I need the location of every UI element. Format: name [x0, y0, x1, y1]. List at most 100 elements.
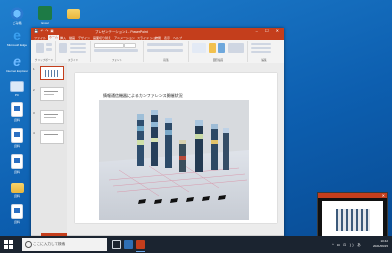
- window-title: プレゼンテーション1 - PowerPoint: [95, 30, 148, 34]
- thumbnail-text-line: [44, 134, 58, 135]
- shape-fill-buttons[interactable]: [228, 43, 244, 53]
- slide-thumbnail-1[interactable]: [40, 66, 64, 80]
- preview-title-bar: [318, 193, 387, 198]
- edge-glyph: e: [13, 27, 21, 43]
- paste-button[interactable]: [36, 43, 44, 53]
- edge-taskbar-icon[interactable]: [124, 240, 133, 249]
- document-glyph: [11, 128, 23, 143]
- desktop-icon-label: ごみ箱: [12, 21, 22, 25]
- ribbon-group-font: フォント: [91, 41, 144, 62]
- excel-glyph: [38, 6, 52, 20]
- slide-thumbnail-3[interactable]: [40, 110, 64, 124]
- desktop-icon-label: Microsoft Edge: [6, 43, 27, 47]
- search-icon: [25, 241, 32, 248]
- tab-animations[interactable]: アニメーション: [114, 36, 135, 40]
- shapes-gallery[interactable]: [192, 43, 206, 53]
- thumbnail-text-line: [44, 91, 58, 92]
- copy-button[interactable]: [46, 48, 52, 51]
- thumbnail-text-line: [44, 117, 56, 118]
- font-size-select[interactable]: [124, 43, 136, 48]
- system-tray-icons[interactable]: ^ ◘ ⊡ )) あ: [332, 242, 362, 247]
- task-view-icon[interactable]: [112, 240, 121, 249]
- tab-help[interactable]: ヘルプ: [173, 36, 182, 40]
- slide-editing-area[interactable]: 情報通信機器によるカンファレンス開催状況: [67, 63, 284, 235]
- tab-insert[interactable]: 挿入: [60, 36, 66, 40]
- windows-start-icon[interactable]: [4, 240, 13, 249]
- 3d-bar-chart-image[interactable]: [99, 100, 249, 220]
- ribbon-group-label: クリップボード: [34, 59, 54, 62]
- folder-glyph: [66, 9, 80, 19]
- system-clock[interactable]: 10:42 2021/09/15: [373, 239, 388, 248]
- close-icon[interactable]: ✕: [382, 193, 385, 198]
- ie-glyph: e: [13, 53, 21, 69]
- layout-button[interactable]: [70, 43, 86, 45]
- thumbnail-number: 4: [33, 131, 35, 135]
- slide-thumbnail-4[interactable]: [40, 130, 64, 144]
- ribbon-group-clipboard: クリップボード: [33, 41, 56, 62]
- reset-button[interactable]: [70, 47, 86, 49]
- thumbnail-text-line: [44, 114, 58, 115]
- ribbon-group-label: 編集: [261, 59, 267, 62]
- document-glyph: [11, 154, 23, 169]
- doc-icon-4[interactable]: 資料: [4, 204, 30, 234]
- tab-transitions[interactable]: 画面切り替え: [93, 36, 111, 40]
- title-bar[interactable]: 💾 ↶ ↷ ▣ プレゼンテーション1 - PowerPoint – ☐ ✕: [31, 28, 284, 35]
- taskbar-search-box[interactable]: ここに入力して検索: [22, 238, 107, 251]
- thumbnail-chart-preview: [45, 70, 59, 77]
- desktop-icon-label: 資料: [13, 194, 20, 198]
- document-glyph: [11, 204, 23, 219]
- window-controls[interactable]: – ☐ ✕: [256, 28, 282, 33]
- ribbon-group-label: フォント: [111, 59, 123, 62]
- desktop-icon-label: 資料: [13, 118, 20, 122]
- tab-draw[interactable]: 描画: [69, 36, 75, 40]
- tab-review[interactable]: 校閲: [155, 36, 161, 40]
- arrange-button[interactable]: [209, 43, 216, 53]
- replace-button[interactable]: [251, 47, 271, 49]
- ribbon-group-label: 図形描画: [212, 59, 224, 62]
- pc-glyph: [10, 81, 24, 92]
- search-placeholder: ここに入力して検索: [33, 242, 66, 246]
- slide-thumbnail-2[interactable]: [40, 87, 64, 101]
- document-glyph: [11, 102, 23, 117]
- align-buttons[interactable]: [147, 49, 183, 52]
- list-buttons[interactable]: [147, 43, 183, 46]
- desktop-icon-label: 資料: [13, 220, 20, 224]
- desktop-icon-label: PC: [14, 93, 20, 97]
- select-button[interactable]: [251, 51, 271, 53]
- find-button[interactable]: [251, 43, 271, 45]
- ribbon: クリップボード スライド フォント 段落 図形描画 編集: [31, 40, 284, 64]
- tab-design[interactable]: デザイン: [78, 36, 90, 40]
- ribbon-group-drawing: 図形描画: [189, 41, 248, 62]
- ribbon-group-editing: 編集: [248, 41, 280, 62]
- section-button[interactable]: [70, 51, 86, 53]
- thumbnail-number: 1: [33, 67, 35, 71]
- ribbon-group-slides: スライド: [56, 41, 91, 62]
- desktop-background: ごみ箱 Excel e Microsoft Edge e Internet Ex…: [0, 0, 392, 253]
- quick-styles-button[interactable]: [218, 43, 225, 53]
- ribbon-group-label: スライド: [67, 59, 79, 62]
- thumbnail-number: 3: [33, 111, 35, 115]
- powerpoint-window[interactable]: 💾 ↶ ↷ ▣ プレゼンテーション1 - PowerPoint – ☐ ✕ ファ…: [31, 28, 284, 245]
- slide-title[interactable]: 情報通信機器によるカンファレンス開催状況: [103, 93, 183, 99]
- thumbnail-number: 2: [33, 88, 35, 92]
- powerpoint-taskbar-icon[interactable]: [136, 240, 145, 252]
- desktop-icon-label: 資料: [13, 144, 20, 148]
- taskbar: ここに入力して検索 ^ ◘ ⊡ )) あ 10:42 2021/09/15: [0, 236, 392, 253]
- font-name-select[interactable]: [94, 43, 124, 48]
- current-slide[interactable]: 情報通信機器によるカンファレンス開催状況: [75, 73, 277, 223]
- cut-button[interactable]: [46, 43, 52, 46]
- new-slide-button[interactable]: [59, 43, 67, 53]
- desktop-icon-label: Excel: [41, 21, 49, 25]
- tab-view[interactable]: 表示: [164, 36, 170, 40]
- desktop-icon-label: Internet Explorer: [5, 69, 29, 73]
- desktop-icon-label: 資料: [13, 170, 20, 174]
- recycle-bin-glyph: [10, 6, 24, 20]
- quick-access-toolbar[interactable]: 💾 ↶ ↷ ▣: [34, 29, 54, 33]
- preview-slide: [322, 201, 383, 238]
- clock-date: 2021/09/15: [372, 243, 388, 248]
- font-format-buttons[interactable]: [94, 49, 138, 52]
- tab-file[interactable]: ファイル: [34, 36, 46, 40]
- ribbon-group-paragraph: 段落: [144, 41, 189, 62]
- folder-glyph: [10, 183, 24, 193]
- ribbon-group-label: 段落: [163, 59, 169, 62]
